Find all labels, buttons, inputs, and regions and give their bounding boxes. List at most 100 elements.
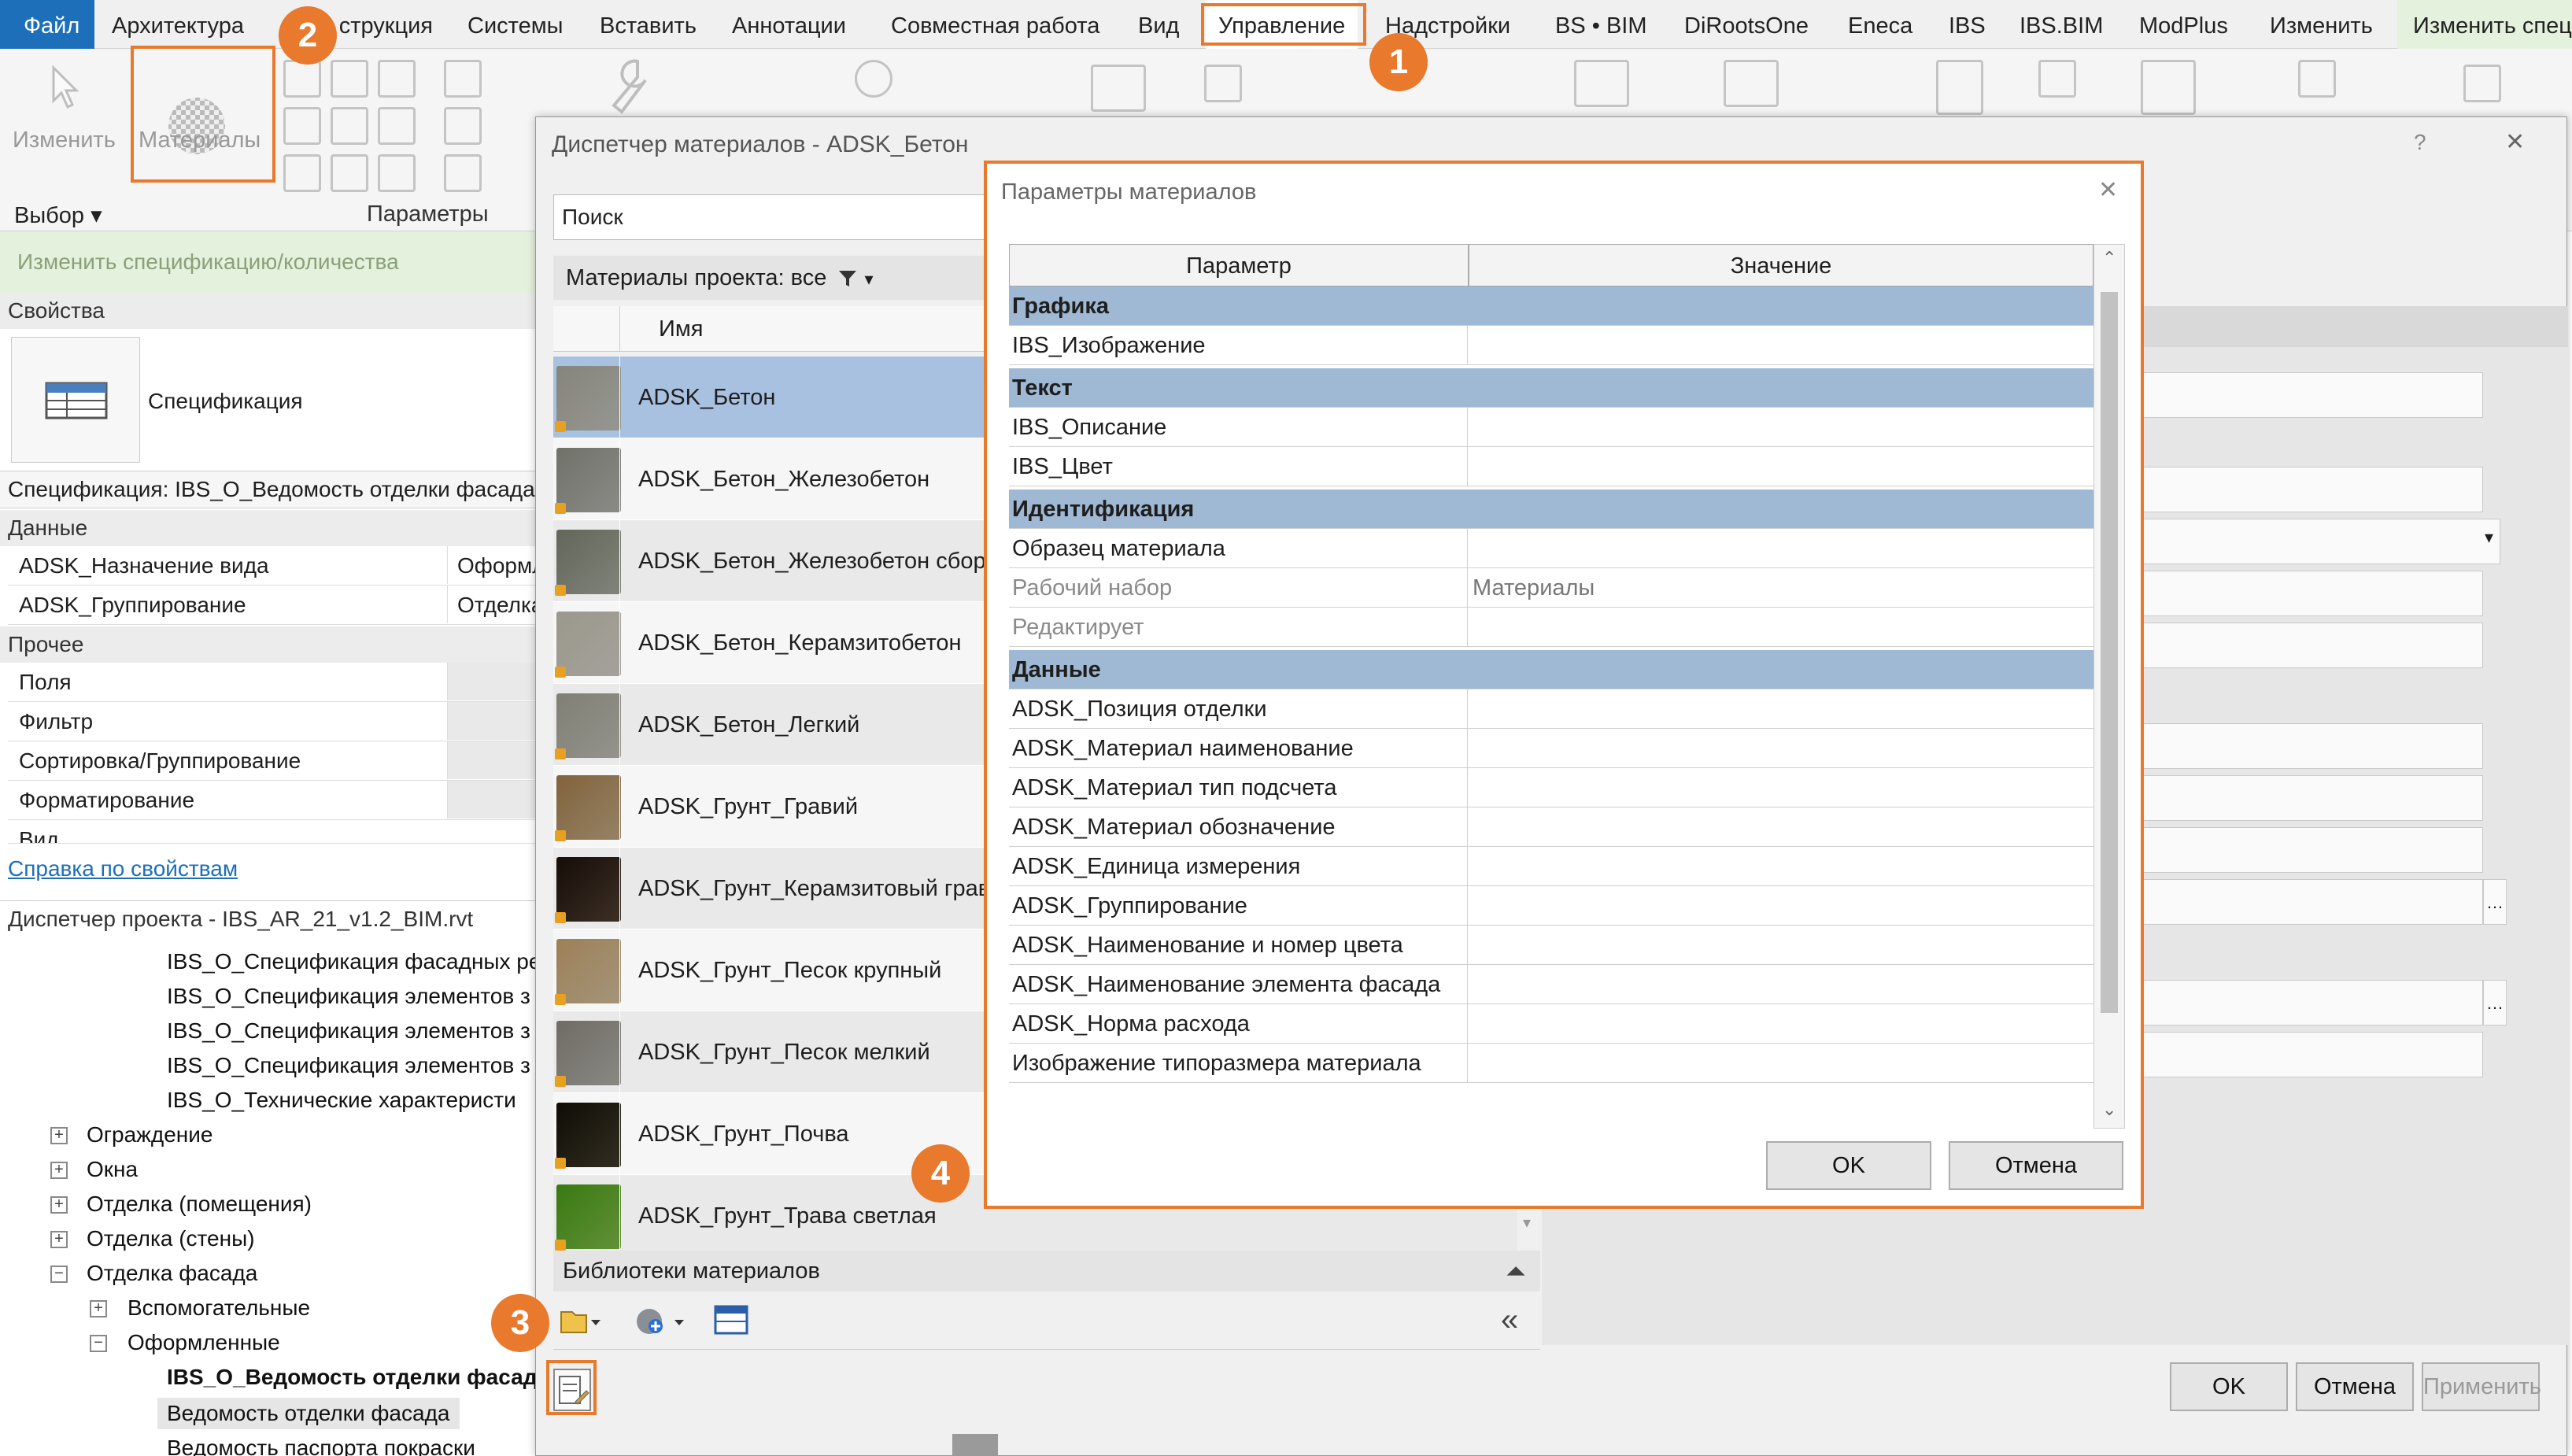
value-column-header[interactable]: Значение <box>1469 244 2093 286</box>
param-value[interactable] <box>1467 408 2093 446</box>
tab-modify-schedule[interactable]: Изменить спец <box>2397 0 2572 49</box>
param-row[interactable]: ADSK_Наименование элемента фасада <box>1009 965 2093 1004</box>
edit-button[interactable] <box>447 741 537 779</box>
param-group-row[interactable]: Текст <box>1009 368 2093 408</box>
library-folder-icon[interactable] <box>560 1306 602 1337</box>
param-group-row[interactable]: Графика <box>1009 286 2093 326</box>
param-row[interactable]: IBS_Цвет <box>1009 447 2093 486</box>
add-material-icon[interactable] <box>634 1304 689 1339</box>
grid-tool-icon[interactable] <box>1574 60 1629 107</box>
property-value[interactable]: Отделка <box>447 586 537 623</box>
expand-icon[interactable]: + <box>50 1162 68 1179</box>
param-value[interactable] <box>1467 886 2093 925</box>
browser-item[interactable]: Оформленные <box>127 1330 280 1355</box>
close-button[interactable]: ✕ <box>2098 176 2118 204</box>
tab-view[interactable]: Вид <box>1138 0 1179 49</box>
editor-field[interactable] <box>2093 775 2483 821</box>
param-group-row[interactable]: Данные <box>1009 650 2093 689</box>
param-row[interactable]: ADSK_Норма расхода <box>1009 1004 2093 1044</box>
param-value[interactable] <box>1467 608 2093 646</box>
select-dropdown[interactable]: Выбор ▾ <box>14 201 102 229</box>
instance-selector[interactable]: Спецификация: IBS_O_Ведомость отделки фа… <box>0 471 543 508</box>
ribbon-tool-icon[interactable] <box>331 154 368 192</box>
param-value[interactable] <box>1467 1044 2093 1082</box>
wrench-icon[interactable] <box>606 57 653 120</box>
scroll-down-icon[interactable]: ▾ <box>1523 1213 1539 1232</box>
browser-item[interactable]: Окна <box>87 1157 138 1182</box>
ribbon-tool-icon[interactable] <box>444 154 482 192</box>
collapse-left-icon[interactable]: « <box>1501 1303 1518 1338</box>
ribbon-tool-icon[interactable] <box>444 107 482 145</box>
ribbon-tool-icon[interactable] <box>378 60 416 98</box>
tab-modify[interactable]: Изменить <box>2270 0 2373 49</box>
tab-bs-bim[interactable]: BS • BIM <box>1555 0 1647 49</box>
tab-structure[interactable]: Конструкция <box>338 0 433 49</box>
param-row[interactable]: IBS_Описание <box>1009 408 2093 447</box>
document-icon[interactable] <box>1936 60 1983 115</box>
param-row[interactable]: Образец материала <box>1009 529 2093 568</box>
materials-button-highlight[interactable] <box>131 46 275 183</box>
browser-item[interactable]: IBS_O_Технические характеристи <box>167 1088 516 1113</box>
chevron-down-icon[interactable]: ▾ <box>864 269 873 289</box>
param-row[interactable]: ADSK_Материал обозначение <box>1009 807 2093 847</box>
name-column-header[interactable]: Имя <box>659 306 704 352</box>
param-value[interactable] <box>1467 965 2093 1003</box>
editor-field[interactable] <box>2093 623 2483 668</box>
browse-button[interactable]: … <box>2483 980 2507 1025</box>
browser-item[interactable]: IBS_O_Спецификация элементов з <box>167 1053 530 1078</box>
editor-field[interactable] <box>2093 879 2483 925</box>
schedule-tool-icon[interactable] <box>1091 65 1146 112</box>
editor-field[interactable] <box>2093 827 2483 873</box>
browser-item-selected[interactable]: Ведомость отделки фасада <box>157 1398 460 1429</box>
properties-help-link[interactable]: Справка по свойствам <box>8 856 238 881</box>
ribbon-tool-icon[interactable] <box>331 107 368 145</box>
params-ok-button[interactable]: OK <box>1766 1141 1931 1190</box>
param-column-header[interactable]: Параметр <box>1009 244 1469 286</box>
editor-field[interactable] <box>2093 1032 2483 1077</box>
param-row[interactable]: Рабочий набор Материалы <box>1009 568 2093 608</box>
param-value[interactable] <box>1467 847 2093 885</box>
tab-architecture[interactable]: Архитектура <box>112 0 244 49</box>
param-value[interactable] <box>1467 447 2093 486</box>
expand-icon[interactable]: + <box>50 1231 68 1248</box>
editor-dropdown[interactable]: ▾ <box>2093 519 2500 564</box>
property-row[interactable]: ADSK_Назначение вида Оформл <box>8 546 537 586</box>
globe-icon[interactable] <box>855 60 892 98</box>
tab-diroots[interactable]: DiRootsOne <box>1684 0 1809 49</box>
edit-button[interactable] <box>447 663 537 700</box>
params-cancel-button[interactable]: Отмена <box>1949 1141 2123 1190</box>
property-row[interactable]: Форматирование <box>8 781 537 820</box>
editor-field[interactable] <box>2093 467 2483 512</box>
property-row[interactable]: Сортировка/Группирование <box>8 741 537 781</box>
param-value[interactable] <box>1467 729 2093 767</box>
ribbon-tool-icon[interactable] <box>378 154 416 192</box>
browser-item[interactable]: Отделка фасада <box>87 1261 257 1286</box>
grid-search-icon[interactable] <box>1724 60 1779 107</box>
collapse-up-icon[interactable]: ⏶ <box>1506 1251 1526 1292</box>
tab-ibs-bim[interactable]: IBS.BIM <box>2020 0 2103 49</box>
collapse-icon[interactable]: − <box>50 1266 68 1283</box>
browser-item[interactable]: IBS_O_Спецификация фасадных ре <box>167 949 541 974</box>
browser-item[interactable]: Вспомогательные <box>127 1295 310 1321</box>
property-row[interactable]: Фильтр <box>8 702 537 741</box>
param-value[interactable] <box>1467 326 2093 364</box>
param-value[interactable] <box>1467 926 2093 964</box>
edit-button[interactable] <box>447 781 537 819</box>
expand-icon[interactable]: + <box>50 1196 68 1214</box>
section-other-header[interactable]: Прочее <box>0 626 543 663</box>
param-row[interactable]: Редактирует <box>1009 608 2093 647</box>
ribbon-tool-icon[interactable] <box>444 60 482 98</box>
param-row[interactable]: ADSK_Материал наименование <box>1009 729 2093 768</box>
property-row[interactable]: Вид <box>8 820 537 844</box>
expand-icon[interactable]: + <box>50 1127 68 1144</box>
ribbon-tool-icon[interactable] <box>2038 60 2076 98</box>
ribbon-tool-icon[interactable] <box>2463 65 2501 102</box>
cancel-button[interactable]: Отмена <box>2296 1362 2414 1411</box>
editor-field[interactable] <box>2093 571 2483 616</box>
apply-button[interactable]: Применить <box>2422 1362 2541 1411</box>
browser-item[interactable]: Ведомость паспорта покраски <box>167 1436 475 1456</box>
editor-field[interactable] <box>2093 980 2483 1025</box>
param-row[interactable]: ADSK_Группирование <box>1009 886 2093 926</box>
scroll-up-icon[interactable]: ⌃ <box>2102 248 2116 268</box>
param-row[interactable]: ADSK_Наименование и номер цвета <box>1009 926 2093 965</box>
